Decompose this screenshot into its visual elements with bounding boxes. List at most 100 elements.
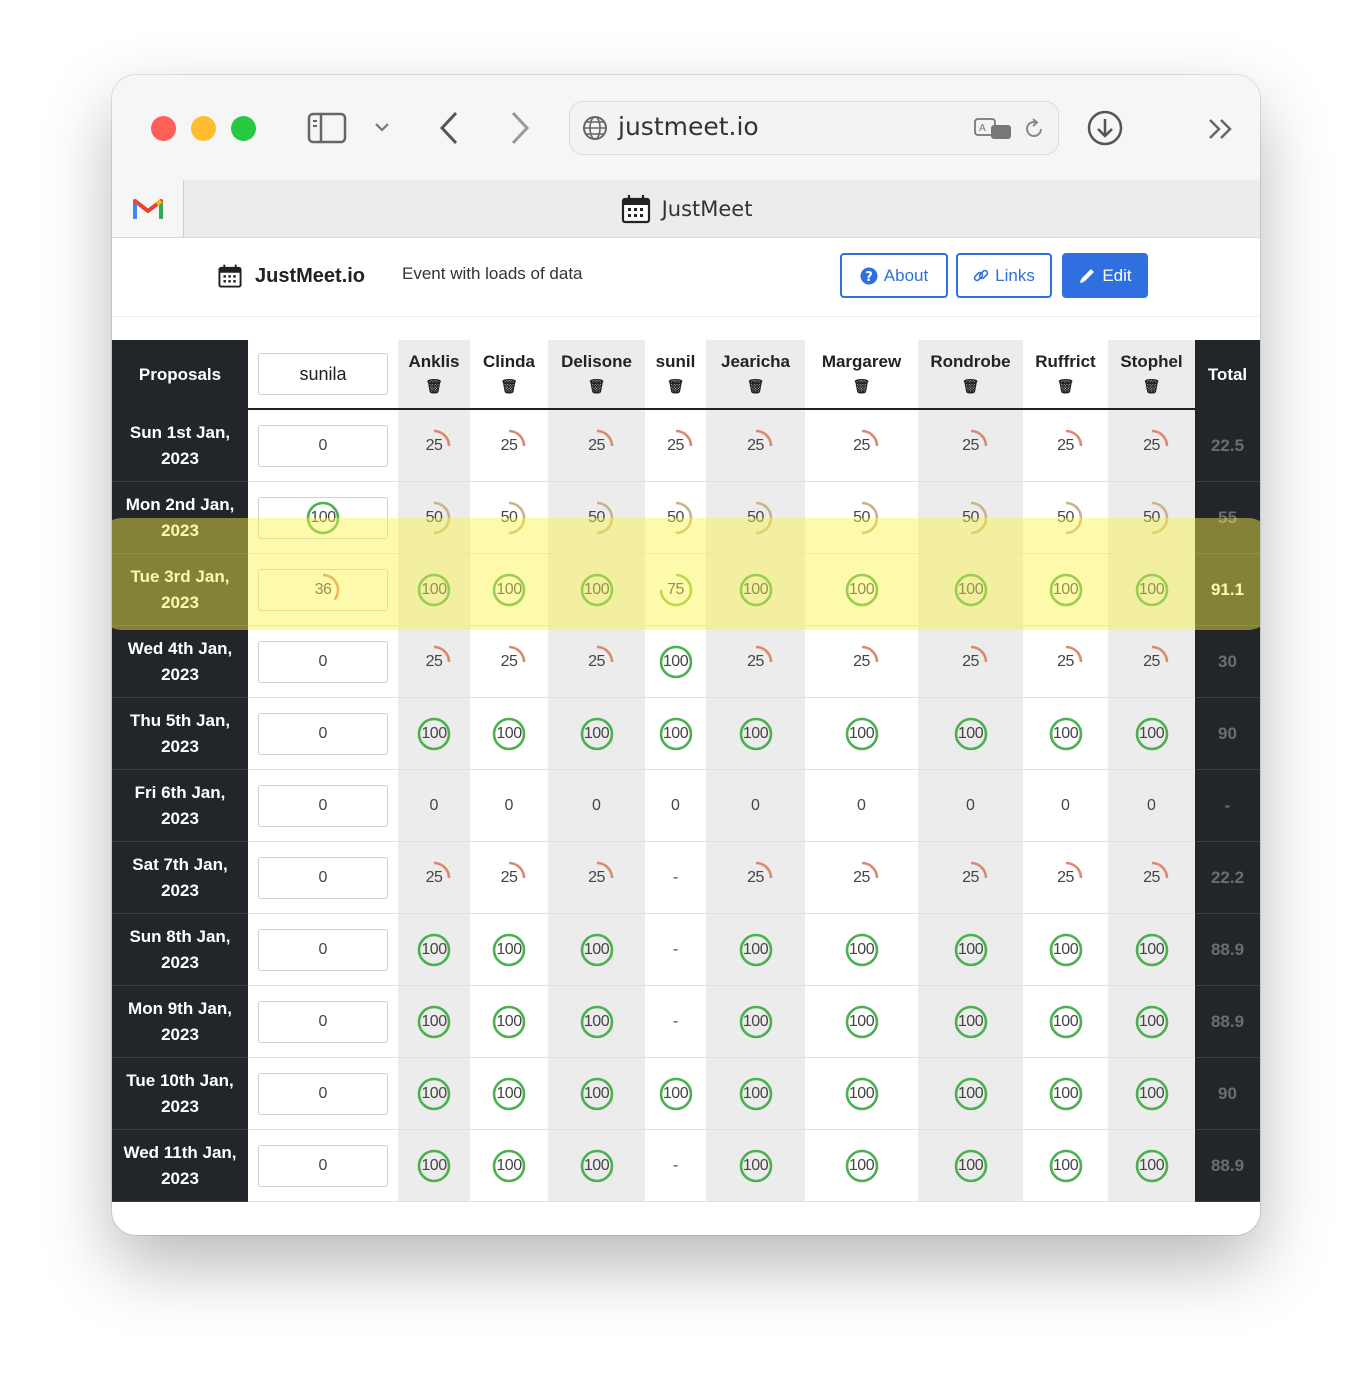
score-ring: 100	[1048, 1004, 1084, 1040]
score-value: 25	[500, 652, 518, 670]
proposal-date: Mon 9th Jan, 2023	[112, 986, 248, 1058]
score-value: 50	[667, 508, 684, 526]
score-ring: 50	[491, 500, 527, 536]
score-value: 50	[1143, 508, 1160, 526]
score-cell: 50	[548, 482, 645, 554]
availability-input[interactable]: 0	[258, 712, 388, 755]
links-button[interactable]: Links	[956, 253, 1052, 298]
trash-icon[interactable]: 🗑︎	[962, 374, 980, 398]
reload-icon[interactable]	[1022, 117, 1046, 141]
score-ring: 100	[416, 1148, 452, 1184]
availability-input[interactable]: 0	[258, 1072, 388, 1115]
score-cell: 0	[706, 770, 805, 842]
score-value: 100	[1138, 940, 1165, 958]
minimize-window-button[interactable]	[191, 116, 216, 141]
forward-arrow-icon[interactable]	[508, 110, 532, 146]
my-availability-cell: 0	[248, 1058, 398, 1130]
back-arrow-icon[interactable]	[437, 110, 461, 146]
sidebar-toggle-icon[interactable]	[307, 112, 347, 144]
availability-input[interactable]: 0	[258, 928, 388, 971]
score-cell: 25	[645, 410, 706, 482]
score-ring: 25	[579, 428, 615, 464]
score-value: 0	[318, 940, 328, 958]
chevron-down-icon[interactable]	[374, 121, 390, 133]
trash-icon[interactable]: 🗑︎	[500, 374, 518, 398]
score-cell: 100	[805, 914, 918, 986]
edit-button[interactable]: Edit	[1062, 253, 1148, 298]
close-window-button[interactable]	[151, 116, 176, 141]
participant-name: Delisone	[561, 352, 632, 371]
trash-icon[interactable]: 🗑︎	[747, 374, 765, 398]
score-ring: 25	[1134, 644, 1170, 680]
score-ring: 100	[1134, 1004, 1170, 1040]
score-cell: 100	[706, 698, 805, 770]
score-value: 25	[962, 652, 979, 670]
trash-icon[interactable]: 🗑︎	[425, 374, 443, 398]
score-cell: 25	[548, 410, 645, 482]
score-value: 100	[421, 1084, 447, 1102]
score-value: 0	[751, 796, 760, 814]
pinned-tab-gmail[interactable]	[112, 180, 184, 237]
proposal-date-label: Sun 8th Jan, 2023	[129, 926, 231, 972]
availability-input[interactable]: 0	[258, 1144, 388, 1187]
score-cell: 0	[645, 770, 706, 842]
score-cell: 100	[470, 1130, 548, 1202]
score-cell: 100	[1023, 1058, 1108, 1130]
address-bar[interactable]: justmeet.io A	[569, 101, 1059, 155]
total-header: Total	[1195, 340, 1260, 410]
about-button[interactable]: ? About	[840, 253, 948, 298]
more-chevrons-icon[interactable]	[1207, 117, 1235, 141]
score-value: 25	[1143, 868, 1160, 886]
score-cell: 25	[470, 626, 548, 698]
participant-name: Anklis	[408, 352, 460, 371]
score-ring: 25	[738, 860, 774, 896]
trash-icon[interactable]: 🗑︎	[1143, 374, 1161, 398]
download-icon[interactable]	[1086, 109, 1124, 147]
score-cell: 100	[1108, 986, 1195, 1058]
availability-input[interactable]: 100	[258, 496, 388, 539]
score-cell: 100	[706, 914, 805, 986]
score-ring: 100	[738, 572, 774, 608]
trash-icon[interactable]: 🗑︎	[588, 374, 606, 398]
proposal-date-label: Wed 4th Jan, 2023	[127, 638, 233, 684]
active-tab: JustMeet	[112, 180, 1260, 237]
score-cell: 25	[805, 626, 918, 698]
current-user-name-field[interactable]: sunila	[258, 353, 388, 395]
score-value: 100	[848, 940, 875, 958]
score-ring: 100	[579, 932, 615, 968]
score-value: 0	[318, 1084, 328, 1102]
participant-name: Jearicha	[721, 352, 790, 371]
zoom-window-button[interactable]	[231, 116, 256, 141]
score-value: 25	[1057, 652, 1074, 670]
current-user-header: sunila	[248, 340, 398, 410]
trash-icon[interactable]: 🗑︎	[1057, 374, 1075, 398]
score-cell: 75	[645, 554, 706, 626]
proposal-date-label: Tue 10th Jan, 2023	[126, 1070, 234, 1116]
availability-input[interactable]: 36	[258, 568, 388, 611]
score-value: 100	[1138, 1156, 1165, 1174]
availability-input[interactable]: 0	[258, 1000, 388, 1043]
score-cell: -	[645, 986, 706, 1058]
score-value: 100	[848, 580, 875, 598]
score-cell: 100	[470, 1058, 548, 1130]
participant-name: Rondrobe	[930, 352, 1011, 371]
score-cell: 100	[805, 1058, 918, 1130]
score-value: 0	[504, 796, 514, 814]
score-ring: 100	[844, 572, 880, 608]
availability-input[interactable]: 0	[258, 784, 388, 827]
score-cell: 25	[1023, 626, 1108, 698]
availability-input[interactable]: 0	[258, 856, 388, 899]
participant-header-delisone: Delisone 🗑︎	[548, 340, 645, 410]
trash-icon[interactable]: 🗑︎	[853, 374, 871, 398]
score-cell: 50	[398, 482, 470, 554]
availability-input[interactable]: 0	[258, 640, 388, 683]
brand[interactable]: JustMeet.io	[217, 263, 365, 289]
row-total-value: 55	[1218, 507, 1237, 527]
translate-icon[interactable]: A	[973, 117, 1013, 141]
availability-input[interactable]: 0	[258, 424, 388, 467]
score-value: 100	[1052, 724, 1079, 742]
score-value: 100	[421, 940, 447, 958]
trash-icon[interactable]: 🗑︎	[667, 374, 685, 398]
score-ring: 100	[579, 1148, 615, 1184]
score-value: 100	[957, 1156, 984, 1174]
